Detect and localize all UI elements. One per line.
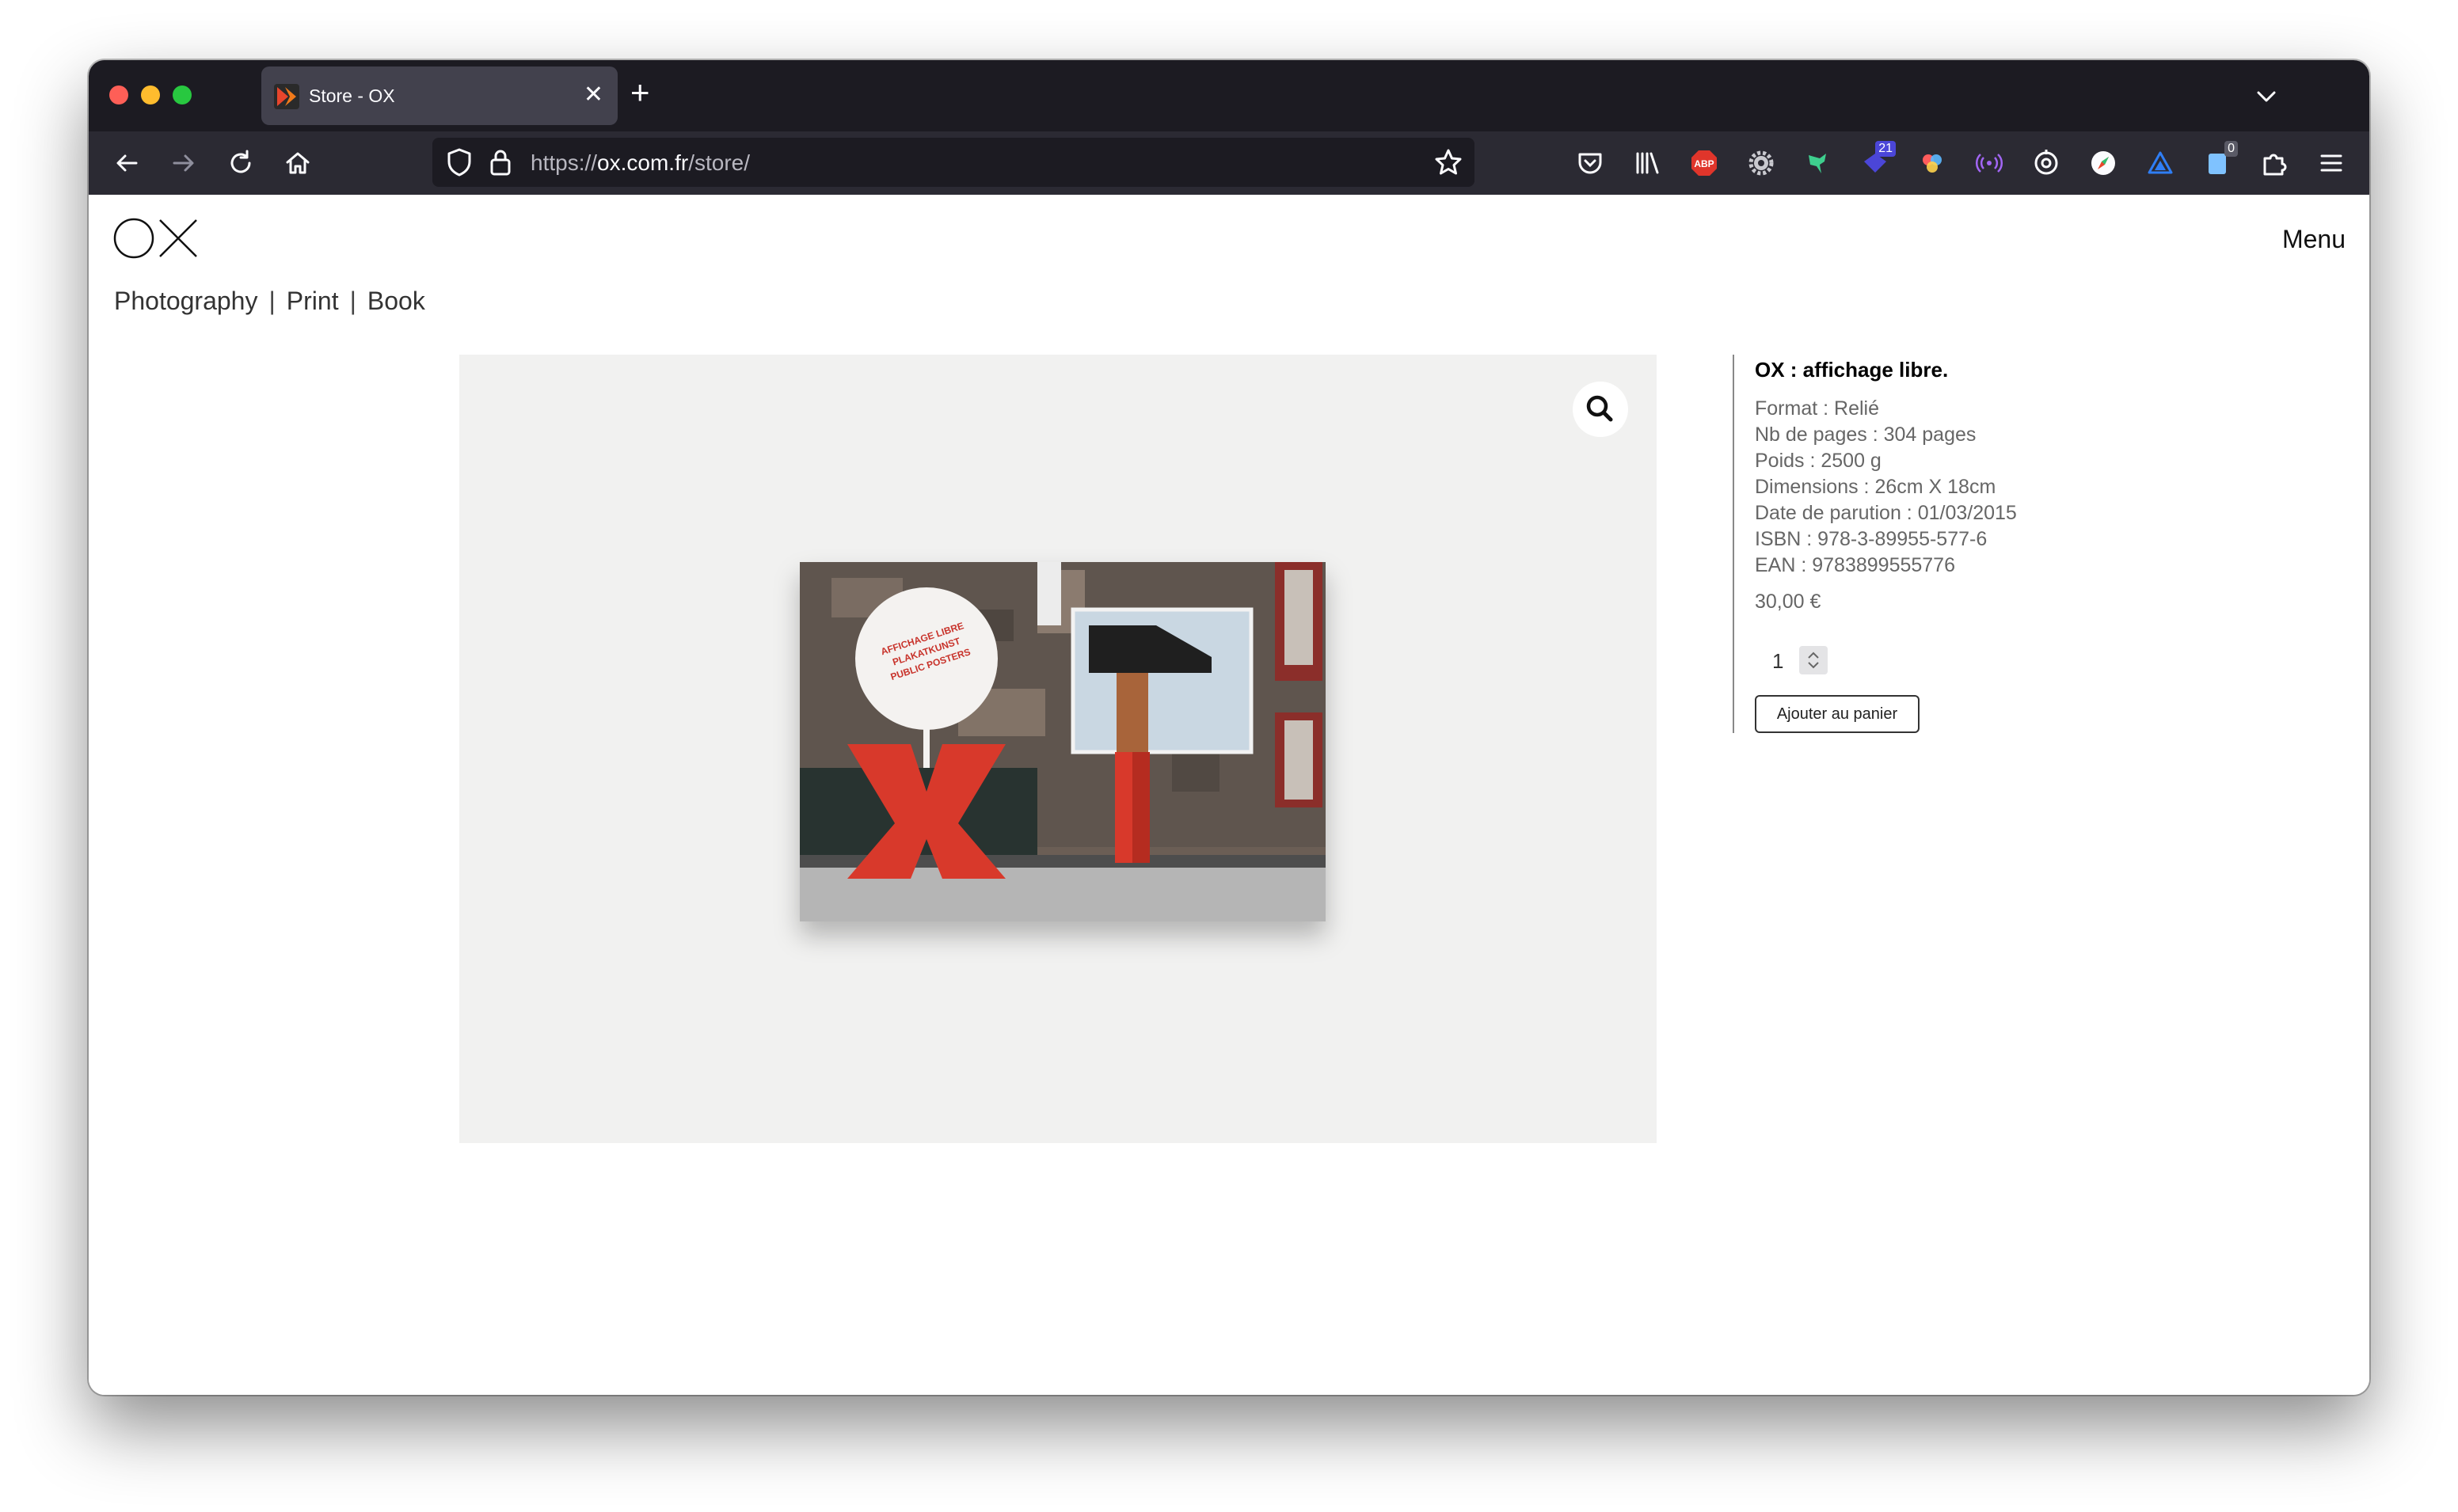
adblock-icon[interactable]: ABP [1688,147,1720,179]
clipboard-badge: 0 [2224,141,2238,157]
tag-extension-icon[interactable]: 21 [1859,141,1896,179]
attribute-dimensions: Dimensions : 26cm X 18cm [1755,476,1996,498]
target-extension-icon[interactable] [2030,147,2062,179]
product-attributes: Format : Relié Nb de pages : 304 pages P… [1755,396,2017,579]
web-page: Menu Photography | Print | Book AFFICHAG… [89,195,2369,1395]
product-summary: OX : affichage libre. Format : Relié Nb … [1733,355,2129,733]
url-scheme: https:// [531,150,598,175]
colors-extension-icon[interactable] [1916,147,1948,179]
bird-extension-icon[interactable] [1802,147,1834,179]
compass-extension-icon[interactable] [2087,147,2119,179]
tab-title: Store - OX [309,85,395,106]
forward-icon[interactable] [168,147,200,179]
magnifier-icon [1586,395,1613,422]
book-cover-illustration [800,562,1326,921]
category-separator: | [349,287,356,315]
url-host: ox.com.fr [597,150,689,175]
library-icon[interactable] [1631,147,1663,179]
triangle-extension-icon[interactable] [2144,147,2176,179]
ox-logo[interactable] [112,217,200,260]
home-icon[interactable] [282,147,314,179]
zoom-window-button[interactable] [173,85,192,104]
back-icon[interactable] [111,147,143,179]
tab-close-icon[interactable]: ✕ [584,79,603,111]
radio-extension-icon[interactable] [1973,147,2005,179]
url-bar[interactable]: https://ox.com.fr/store/ [432,138,1474,187]
gear-extension-icon[interactable] [1745,147,1777,179]
attribute-weight: Poids : 2500 g [1755,450,1882,472]
add-to-cart-button[interactable]: Ajouter au panier [1755,695,1920,733]
hamburger-menu-icon[interactable] [2315,147,2347,179]
url-text[interactable]: https://ox.com.fr/store/ [531,150,750,176]
book-cover: AFFICHAGE LIBRE PLAKATKUNST PUBLIC POSTE… [800,562,1326,921]
product-title: OX : affichage libre. [1755,358,1949,382]
bookmark-star-icon[interactable] [1433,147,1463,177]
attribute-isbn: ISBN : 978-3-89955-577-6 [1755,528,1988,550]
close-window-button[interactable] [109,85,128,104]
clipboard-extension-icon[interactable]: 0 [2201,141,2238,179]
lock-icon[interactable] [488,147,513,177]
category-book[interactable]: Book [367,287,425,315]
quantity-stepper[interactable]: 1 [1755,644,1829,676]
url-path: /store/ [688,150,750,175]
ox-favicon-icon [274,84,299,109]
attribute-pages: Nb de pages : 304 pages [1755,424,1977,446]
puzzle-icon[interactable] [2258,147,2290,179]
browser-window: Store - OX ✕ + https://ox.com.fr/store/ … [89,60,2369,1395]
minimize-window-button[interactable] [141,85,160,104]
attribute-format: Format : Relié [1755,397,1879,420]
tab-store-ox[interactable]: Store - OX ✕ [261,66,618,125]
category-print[interactable]: Print [287,287,339,315]
tab-bar: Store - OX ✕ + [89,60,2369,131]
extension-badge: 21 [1875,141,1896,157]
reload-icon[interactable] [225,147,257,179]
chevron-down-icon[interactable] [2251,81,2282,112]
spinner-arrows-icon[interactable] [1799,646,1828,674]
product-price: 30,00 € [1755,591,1821,613]
new-tab-button[interactable]: + [630,73,650,112]
category-separator: | [268,287,276,315]
category-nav: Photography | Print | Book [114,287,425,316]
quantity-value[interactable]: 1 [1772,649,1783,674]
attribute-ean: EAN : 9783899555776 [1755,554,1955,576]
category-photography[interactable]: Photography [114,287,257,315]
product-image[interactable]: AFFICHAGE LIBRE PLAKATKUNST PUBLIC POSTE… [459,355,1657,1143]
zoom-button[interactable] [1573,382,1628,437]
pocket-icon[interactable] [1574,147,1606,179]
svg-text:ABP: ABP [1694,158,1714,169]
menu-link[interactable]: Menu [2282,225,2346,254]
navigation-toolbar: https://ox.com.fr/store/ ABP 21 0 [89,131,2369,195]
shield-icon[interactable] [445,147,474,177]
attribute-publication-date: Date de parution : 01/03/2015 [1755,502,2017,524]
